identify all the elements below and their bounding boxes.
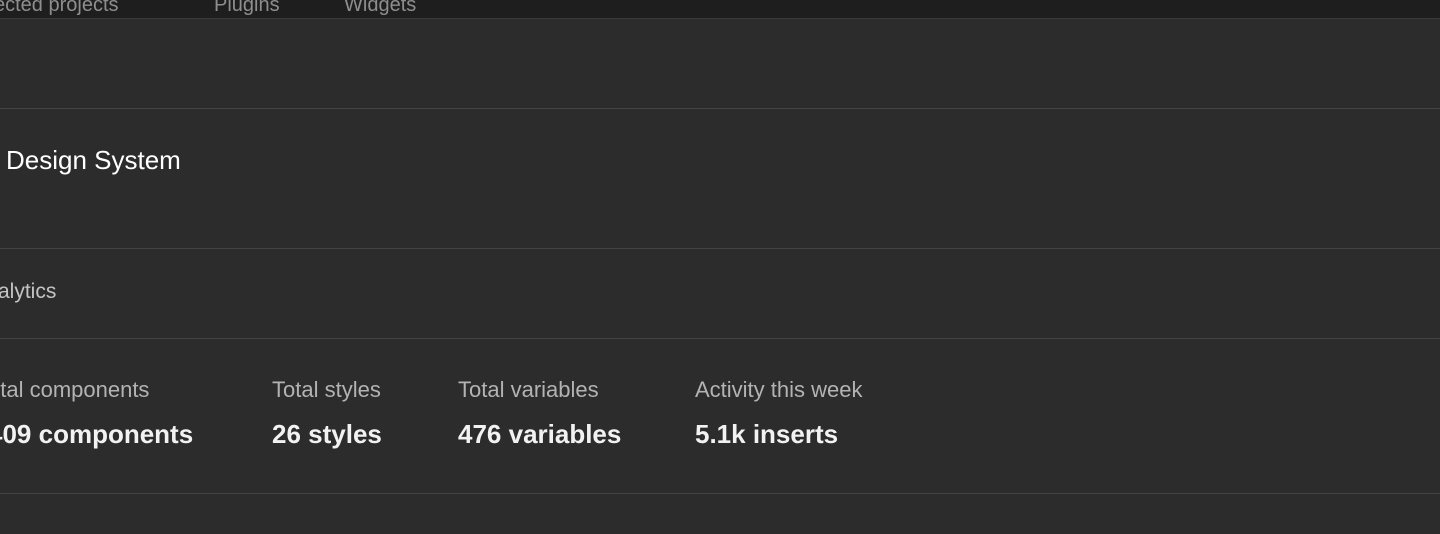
stat-label: otal components xyxy=(0,377,150,402)
analytics-row: alytics xyxy=(0,249,1440,339)
library-title-row: Design System xyxy=(0,109,1440,249)
stat-total-components: otal components 409 components xyxy=(0,377,193,450)
stat-total-styles: Total styles 26 styles xyxy=(272,377,382,450)
empty-row xyxy=(0,19,1440,109)
stat-total-variables: Total variables 476 variables xyxy=(458,377,621,450)
stat-value: 476 variables xyxy=(458,419,622,449)
stat-value: 26 styles xyxy=(272,419,382,449)
stat-value: 5.1k inserts xyxy=(695,419,839,449)
stat-label: Activity this week xyxy=(695,377,863,402)
stat-label: Total variables xyxy=(458,377,599,402)
tab-widgets[interactable]: Widgets xyxy=(344,0,416,17)
library-panel: ected projects Plugins Widgets Design Sy… xyxy=(0,0,1440,534)
tab-bar: ected projects Plugins Widgets xyxy=(0,0,1440,19)
tab-plugins[interactable]: Plugins xyxy=(214,0,280,17)
tab-connected-projects[interactable]: ected projects xyxy=(0,0,119,17)
stat-label: Total styles xyxy=(272,377,381,402)
stat-activity-this-week: Activity this week 5.1k inserts xyxy=(695,377,863,450)
stat-value: 409 components xyxy=(0,419,194,449)
stats-row: otal components 409 components Total sty… xyxy=(0,339,1440,494)
analytics-heading[interactable]: alytics xyxy=(0,279,56,305)
library-title: Design System xyxy=(6,145,181,175)
